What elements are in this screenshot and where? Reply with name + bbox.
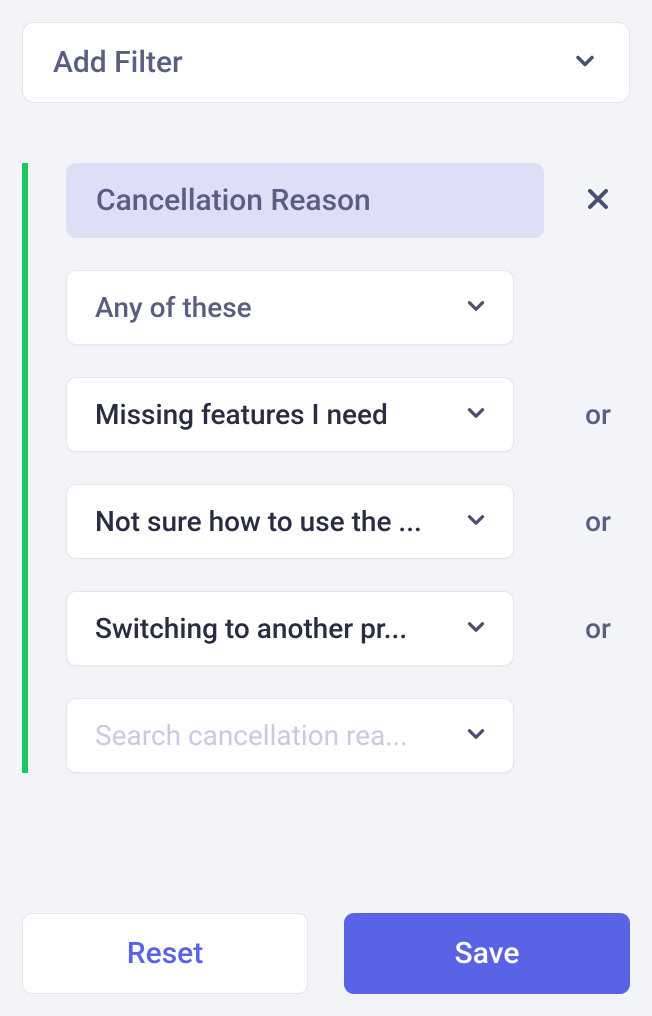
save-button[interactable]: Save — [344, 913, 630, 994]
value-text: Not sure how to use the ... — [95, 505, 447, 538]
value-row: Not sure how to use the ... or — [66, 484, 630, 559]
condition-row: Any of these — [66, 270, 630, 345]
close-icon — [582, 183, 614, 219]
value-select[interactable]: Missing features I need — [66, 377, 514, 452]
value-select[interactable]: Switching to another pr... — [66, 591, 514, 666]
filter-header-row: Cancellation Reason — [66, 163, 630, 238]
or-label: or — [570, 505, 626, 538]
value-row: Switching to another pr... or — [66, 591, 630, 666]
search-row: Search cancellation rea... — [66, 698, 630, 773]
save-label: Save — [455, 936, 520, 971]
search-select[interactable]: Search cancellation rea... — [66, 698, 514, 773]
chevron-down-icon — [571, 47, 599, 79]
chevron-down-icon — [463, 721, 489, 751]
value-row: Missing features I need or — [66, 377, 630, 452]
condition-text: Any of these — [95, 291, 447, 324]
condition-select[interactable]: Any of these — [66, 270, 514, 345]
chevron-down-icon — [463, 293, 489, 323]
add-filter-dropdown[interactable]: Add Filter — [22, 22, 630, 103]
search-placeholder: Search cancellation rea... — [95, 719, 447, 752]
chevron-down-icon — [463, 507, 489, 537]
value-text: Missing features I need — [95, 398, 447, 431]
filter-chip-label: Cancellation Reason — [96, 183, 371, 218]
value-select[interactable]: Not sure how to use the ... — [66, 484, 514, 559]
chevron-down-icon — [463, 614, 489, 644]
chevron-down-icon — [463, 400, 489, 430]
value-text: Switching to another pr... — [95, 612, 447, 645]
filter-block: Cancellation Reason Any of these Missing… — [22, 163, 630, 773]
reset-button[interactable]: Reset — [22, 913, 308, 994]
or-label: or — [570, 398, 626, 431]
add-filter-label: Add Filter — [53, 45, 183, 80]
filter-chip[interactable]: Cancellation Reason — [66, 163, 544, 238]
reset-label: Reset — [127, 936, 203, 971]
remove-filter-button[interactable] — [570, 173, 626, 229]
footer: Reset Save — [22, 913, 630, 994]
or-label: or — [570, 612, 626, 645]
